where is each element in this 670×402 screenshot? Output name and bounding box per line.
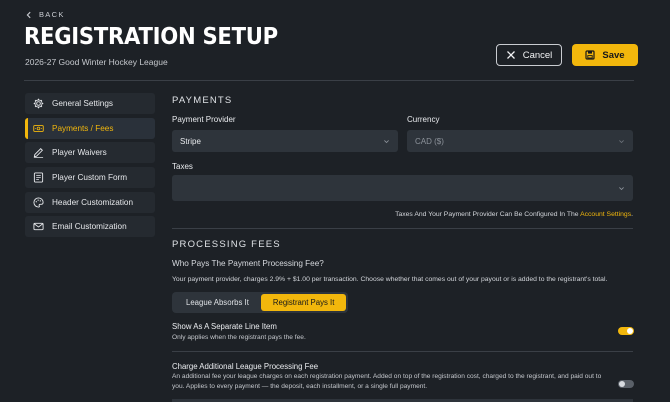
cancel-label: Cancel	[522, 49, 553, 61]
toggle-knob	[619, 381, 625, 387]
registrant-pays-option[interactable]: Registrant Pays It	[260, 294, 347, 311]
account-settings-note: Taxes And Your Payment Provider Can Be C…	[395, 211, 633, 218]
header-divider	[24, 80, 634, 81]
chevron-left-icon	[26, 11, 31, 18]
chevron-down-icon	[619, 186, 624, 190]
sidebar-item-general-settings[interactable]: General Settings	[25, 93, 155, 114]
sidebar-item-player-waivers[interactable]: Player Waivers	[25, 142, 155, 164]
account-settings-link[interactable]: Account Settings	[580, 211, 631, 218]
fee-payer-toggle: League Absorbs It Registrant Pays It	[172, 292, 349, 313]
league-absorbs-option[interactable]: League Absorbs It	[174, 294, 261, 311]
page-title: REGISTRATION SETUP	[24, 24, 278, 50]
account-settings-note-text: Taxes And Your Payment Provider Can Be C…	[395, 211, 579, 218]
line-item-subtitle: Only applies when the registrant pays th…	[172, 334, 306, 341]
sidebar-item-label: Header Customization	[52, 197, 134, 207]
save-label: Save	[602, 49, 625, 61]
email-icon	[33, 223, 44, 231]
sidebar-item-email-customization[interactable]: Email Customization	[25, 216, 155, 238]
account-settings-note-end: .	[631, 211, 633, 218]
payments-section-title: PAYMENTS	[172, 95, 233, 106]
league-name: 2026-27 Good Winter Hockey League	[25, 57, 168, 67]
form-icon	[33, 172, 44, 183]
back-label: BACK	[39, 10, 65, 19]
section-divider	[172, 351, 633, 352]
fee-description: Your payment provider, charges 2.9% + $1…	[172, 276, 608, 283]
taxes-select[interactable]	[172, 175, 633, 201]
cancel-button[interactable]: Cancel	[496, 44, 562, 66]
settings-sidebar: General Settings Payments / Fees Player …	[25, 93, 155, 241]
fee-question: Who Pays The Payment Processing Fee?	[172, 259, 324, 268]
line-item-toggle[interactable]	[618, 327, 634, 335]
additional-fee-toggle[interactable]	[618, 380, 634, 388]
signature-icon	[33, 148, 44, 159]
save-button[interactable]: Save	[572, 44, 638, 66]
sidebar-item-label: Player Custom Form	[52, 173, 128, 183]
chevron-down-icon	[384, 139, 389, 143]
line-item-title: Show As A Separate Line Item	[172, 322, 277, 331]
currency-label: Currency	[407, 115, 440, 124]
additional-fee-title: Charge Additional League Processing Fee	[172, 362, 319, 371]
save-icon	[585, 50, 596, 60]
money-icon	[33, 124, 44, 132]
chevron-down-icon	[619, 139, 624, 143]
gear-icon	[33, 98, 44, 109]
taxes-label: Taxes	[172, 162, 193, 171]
sidebar-item-header-customization[interactable]: Header Customization	[25, 191, 155, 213]
sidebar-item-label: General Settings	[52, 99, 113, 108]
toggle-knob	[627, 328, 633, 334]
sidebar-item-label: Email Customization	[52, 222, 127, 232]
payment-provider-select[interactable]: Stripe	[172, 130, 398, 152]
palette-icon	[33, 197, 44, 208]
sidebar-item-label: Player Waivers	[52, 148, 107, 158]
back-link[interactable]: BACK	[25, 10, 65, 19]
currency-select[interactable]: CAD ($)	[407, 130, 633, 152]
section-divider	[172, 228, 633, 229]
processing-fees-section-title: PROCESSING FEES	[172, 239, 281, 250]
sidebar-item-label: Payments / Fees	[52, 123, 114, 133]
close-icon	[506, 51, 515, 59]
additional-fee-subtitle: An additional fee your league charges on…	[172, 373, 602, 390]
currency-value: CAD ($)	[415, 136, 444, 146]
payment-provider-label: Payment Provider	[172, 115, 236, 124]
payment-provider-value: Stripe	[180, 136, 201, 146]
sidebar-item-payments-fees[interactable]: Payments / Fees	[25, 117, 155, 139]
sidebar-item-player-custom-form[interactable]: Player Custom Form	[25, 167, 155, 189]
